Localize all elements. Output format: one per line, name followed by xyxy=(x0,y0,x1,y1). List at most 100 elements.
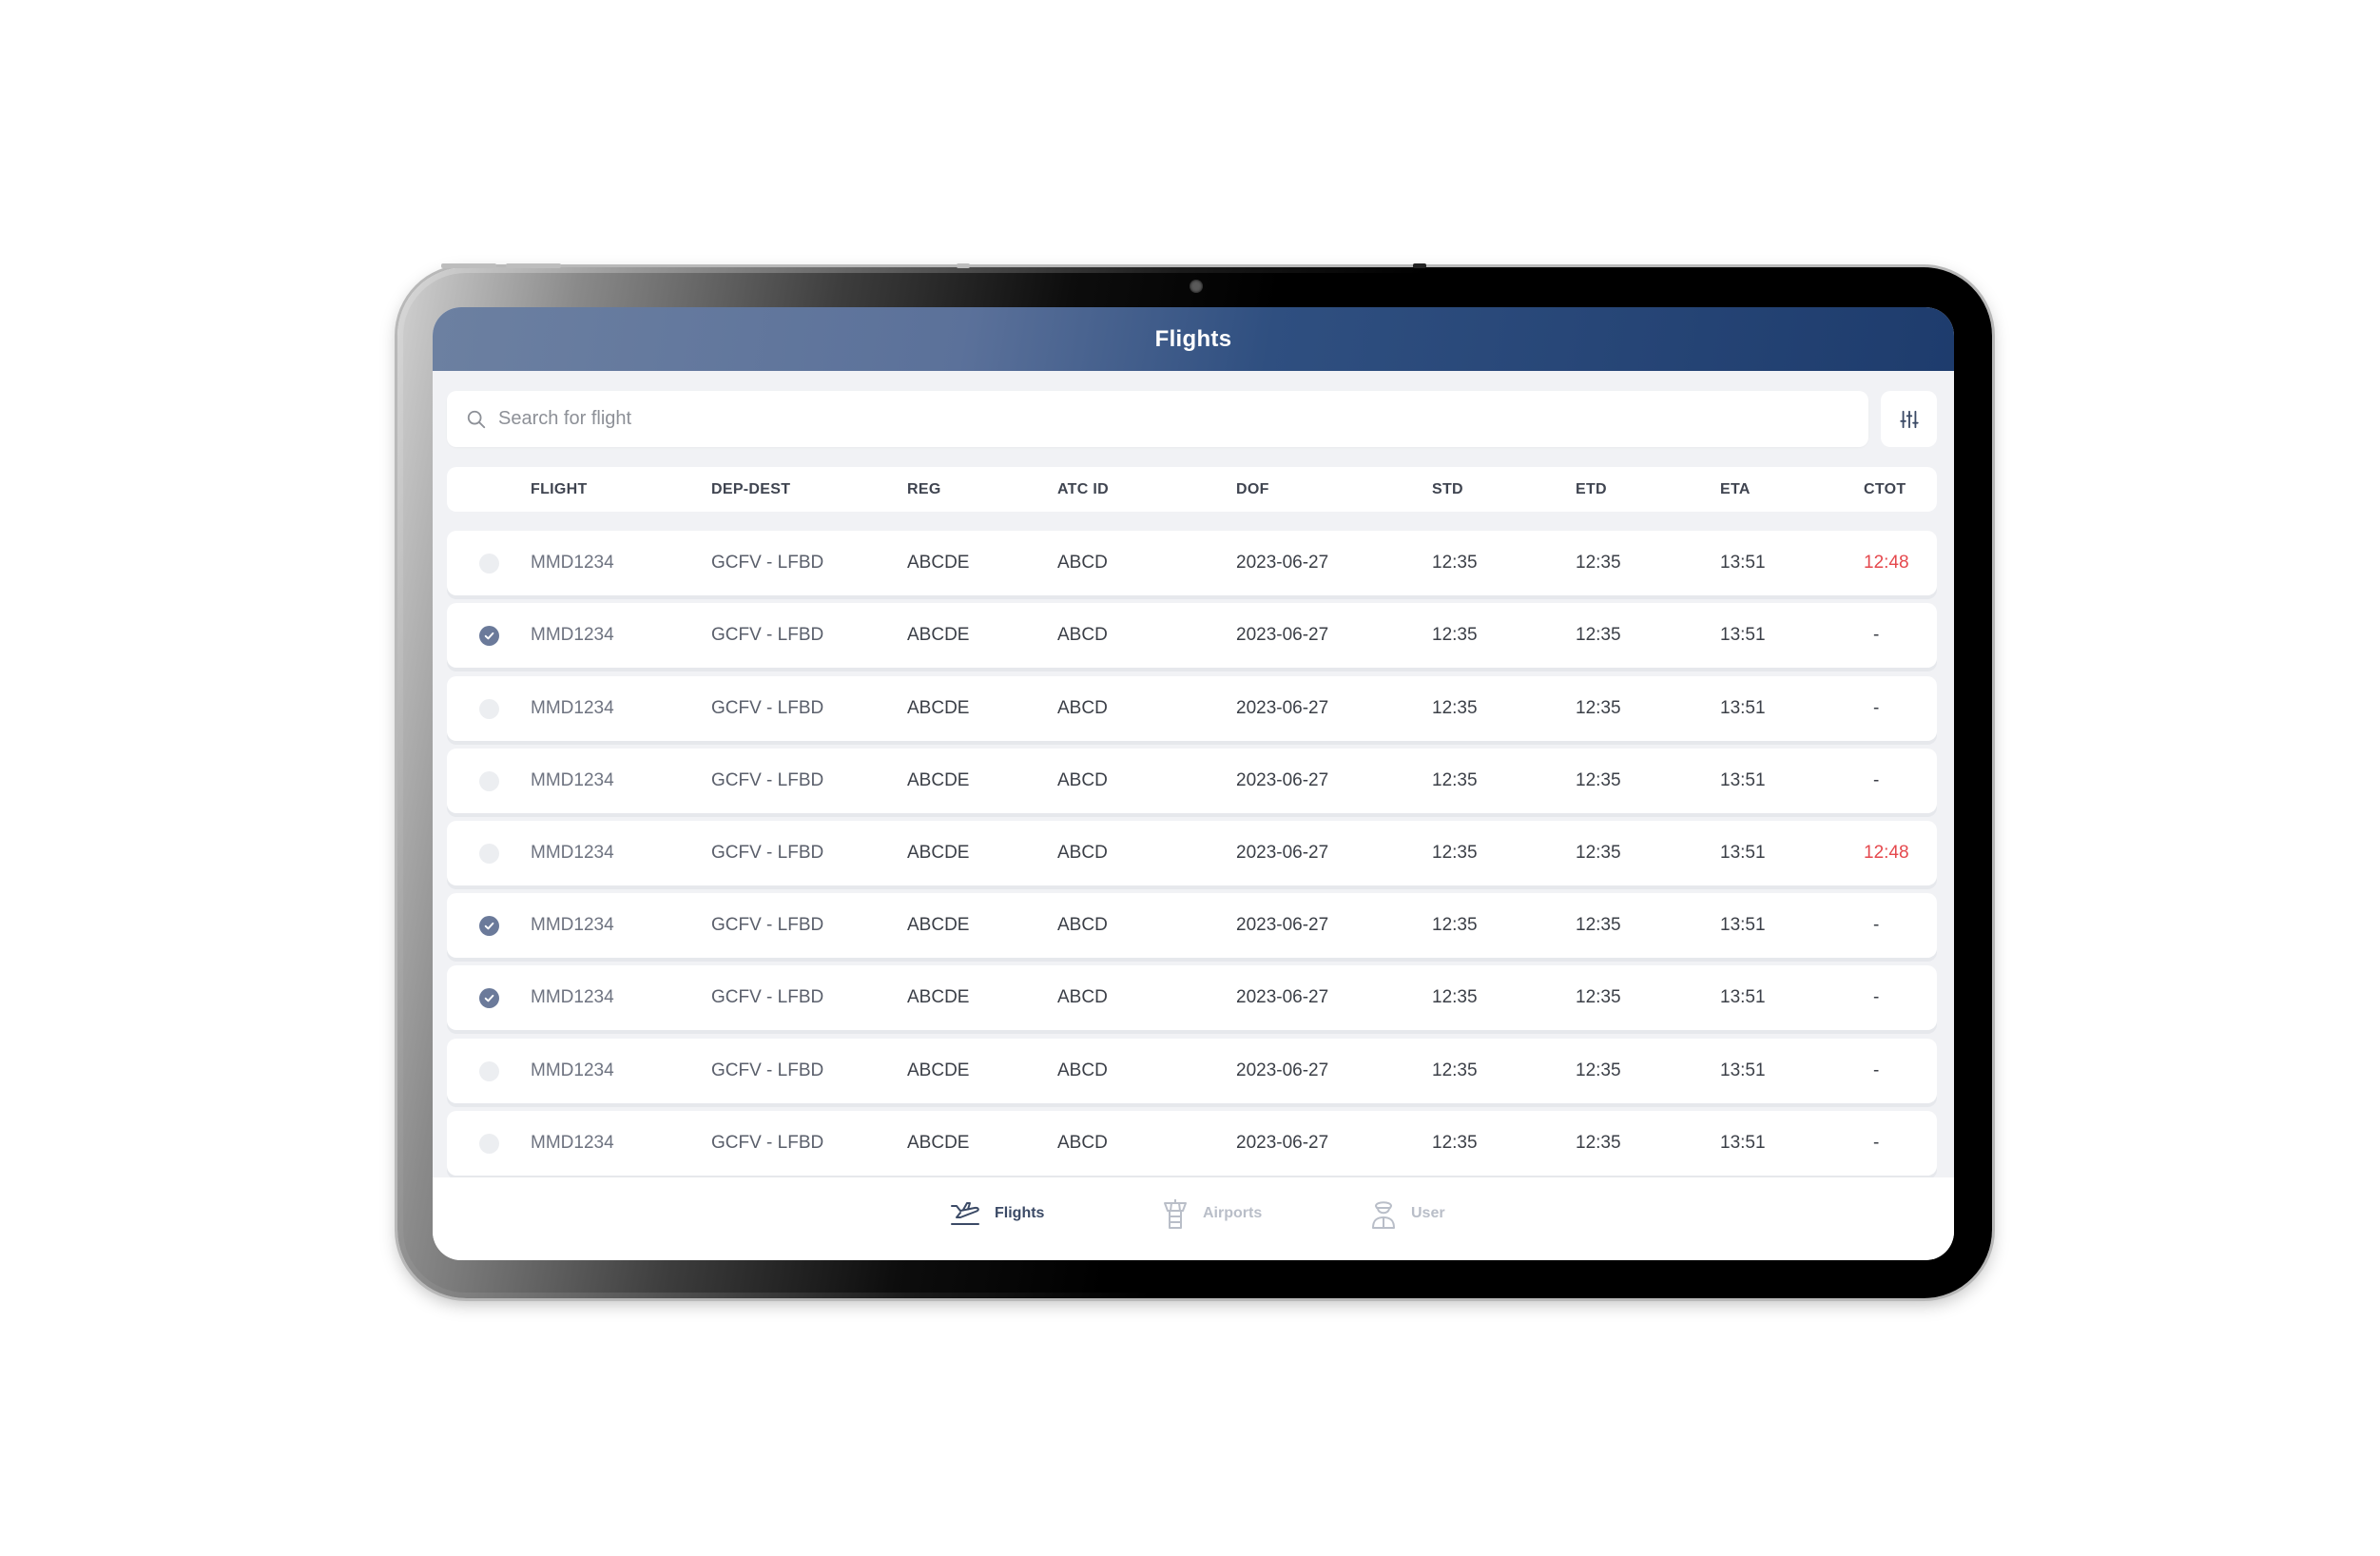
row-checkbox[interactable] xyxy=(479,916,499,936)
row-checkbox[interactable] xyxy=(479,844,499,864)
atc-id-cell: ABCD xyxy=(1057,553,1108,573)
std-cell: 12:35 xyxy=(1432,553,1478,573)
check-icon xyxy=(484,922,494,930)
dep-dest-cell: GCFV - LFBD xyxy=(711,915,824,935)
ctot-cell: - xyxy=(1873,770,1880,790)
bottom-nav: Flights Airports User xyxy=(433,1177,1954,1260)
table-header: FLIGHT DEP-DEST REG ATC ID DOF STD ETD E… xyxy=(447,467,1937,512)
flight-cell: MMD1234 xyxy=(531,625,614,645)
column-header-etd[interactable]: ETD xyxy=(1576,467,1607,512)
etd-cell: 12:35 xyxy=(1576,698,1621,718)
nav-item-airports[interactable]: Airports xyxy=(1142,1188,1281,1238)
dep-dest-cell: GCFV - LFBD xyxy=(711,553,824,573)
column-header-std[interactable]: STD xyxy=(1432,467,1463,512)
atc-id-cell: ABCD xyxy=(1057,915,1108,935)
page-title: Flights xyxy=(1154,325,1232,352)
ctot-cell: - xyxy=(1873,1133,1880,1153)
reg-cell: ABCDE xyxy=(907,987,970,1007)
reg-cell: ABCDE xyxy=(907,915,970,935)
flight-cell: MMD1234 xyxy=(531,553,614,573)
table-row[interactable]: MMD1234 GCFV - LFBD ABCDE ABCD 2023-06-2… xyxy=(447,603,1937,668)
volume-button xyxy=(506,263,561,268)
flight-cell: MMD1234 xyxy=(531,1060,614,1080)
atc-id-cell: ABCD xyxy=(1057,1060,1108,1080)
table-row[interactable]: MMD1234 GCFV - LFBD ABCDE ABCD 2023-06-2… xyxy=(447,893,1937,958)
app-screen: Flights FLIGHT DEP-DEST REG ATC ID DOF S… xyxy=(433,307,1954,1260)
etd-cell: 12:35 xyxy=(1576,1060,1621,1080)
table-row[interactable]: MMD1234 GCFV - LFBD ABCDE ABCD 2023-06-2… xyxy=(447,749,1937,813)
dof-cell: 2023-06-27 xyxy=(1236,1133,1329,1153)
search-bar[interactable] xyxy=(447,391,1868,447)
check-icon xyxy=(484,632,494,640)
table-row[interactable]: MMD1234 GCFV - LFBD ABCDE ABCD 2023-06-2… xyxy=(447,965,1937,1030)
ctot-cell: - xyxy=(1873,625,1880,645)
dep-dest-cell: GCFV - LFBD xyxy=(711,1060,824,1080)
table-row[interactable]: MMD1234 GCFV - LFBD ABCDE ABCD 2023-06-2… xyxy=(447,531,1937,595)
flight-cell: MMD1234 xyxy=(531,770,614,790)
column-header-ctot[interactable]: CTOT xyxy=(1864,467,1906,512)
nav-item-user[interactable]: User xyxy=(1350,1188,1464,1238)
column-header-reg[interactable]: REG xyxy=(907,467,941,512)
dof-cell: 2023-06-27 xyxy=(1236,770,1329,790)
atc-id-cell: ABCD xyxy=(1057,1133,1108,1153)
flight-cell: MMD1234 xyxy=(531,1133,614,1153)
plane-icon xyxy=(951,1201,979,1225)
ctot-cell: - xyxy=(1873,1060,1880,1080)
etd-cell: 12:35 xyxy=(1576,625,1621,645)
nav-label-airports: Airports xyxy=(1203,1204,1263,1221)
pilot-icon xyxy=(1372,1200,1395,1229)
reg-cell: ABCDE xyxy=(907,770,970,790)
column-header-eta[interactable]: ETA xyxy=(1720,467,1751,512)
ctot-cell: 12:48 xyxy=(1864,553,1909,573)
power-button xyxy=(441,263,496,268)
flight-cell: MMD1234 xyxy=(531,987,614,1007)
dof-cell: 2023-06-27 xyxy=(1236,843,1329,863)
std-cell: 12:35 xyxy=(1432,843,1478,863)
sliders-icon xyxy=(1899,410,1919,428)
row-checkbox[interactable] xyxy=(479,1061,499,1081)
ctot-cell: - xyxy=(1873,987,1880,1007)
table-row[interactable]: MMD1234 GCFV - LFBD ABCDE ABCD 2023-06-2… xyxy=(447,676,1937,741)
table-row[interactable]: MMD1234 GCFV - LFBD ABCDE ABCD 2023-06-2… xyxy=(447,821,1937,885)
table-row[interactable]: MMD1234 GCFV - LFBD ABCDE ABCD 2023-06-2… xyxy=(447,1039,1937,1103)
column-header-atc-id[interactable]: ATC ID xyxy=(1057,467,1109,512)
ctot-cell: 12:48 xyxy=(1864,843,1909,863)
reg-cell: ABCDE xyxy=(907,698,970,718)
dof-cell: 2023-06-27 xyxy=(1236,1060,1329,1080)
row-checkbox[interactable] xyxy=(479,1134,499,1154)
column-header-dof[interactable]: DOF xyxy=(1236,467,1269,512)
table-row[interactable]: MMD1234 GCFV - LFBD ABCDE ABCD 2023-06-2… xyxy=(447,1111,1937,1176)
dof-cell: 2023-06-27 xyxy=(1236,625,1329,645)
etd-cell: 12:35 xyxy=(1576,1133,1621,1153)
etd-cell: 12:35 xyxy=(1576,915,1621,935)
device-notch xyxy=(957,263,970,268)
row-checkbox[interactable] xyxy=(479,771,499,791)
row-checkbox[interactable] xyxy=(479,554,499,574)
dof-cell: 2023-06-27 xyxy=(1236,553,1329,573)
eta-cell: 13:51 xyxy=(1720,1133,1766,1153)
std-cell: 12:35 xyxy=(1432,915,1478,935)
atc-id-cell: ABCD xyxy=(1057,698,1108,718)
eta-cell: 13:51 xyxy=(1720,698,1766,718)
search-icon xyxy=(467,410,486,428)
filter-button[interactable] xyxy=(1881,391,1937,447)
atc-id-cell: ABCD xyxy=(1057,843,1108,863)
eta-cell: 13:51 xyxy=(1720,553,1766,573)
eta-cell: 13:51 xyxy=(1720,1060,1766,1080)
row-checkbox[interactable] xyxy=(479,699,499,719)
column-header-flight[interactable]: FLIGHT xyxy=(531,467,588,512)
etd-cell: 12:35 xyxy=(1576,843,1621,863)
check-icon xyxy=(484,994,494,1002)
row-checkbox[interactable] xyxy=(479,626,499,646)
column-header-dep-dest[interactable]: DEP-DEST xyxy=(711,467,790,512)
ctot-cell: - xyxy=(1873,915,1880,935)
dep-dest-cell: GCFV - LFBD xyxy=(711,698,824,718)
dep-dest-cell: GCFV - LFBD xyxy=(711,987,824,1007)
reg-cell: ABCDE xyxy=(907,1060,970,1080)
etd-cell: 12:35 xyxy=(1576,987,1621,1007)
row-checkbox[interactable] xyxy=(479,988,499,1008)
atc-id-cell: ABCD xyxy=(1057,987,1108,1007)
atc-id-cell: ABCD xyxy=(1057,770,1108,790)
search-input[interactable] xyxy=(498,408,1868,430)
nav-item-flights[interactable]: Flights xyxy=(930,1188,1063,1238)
